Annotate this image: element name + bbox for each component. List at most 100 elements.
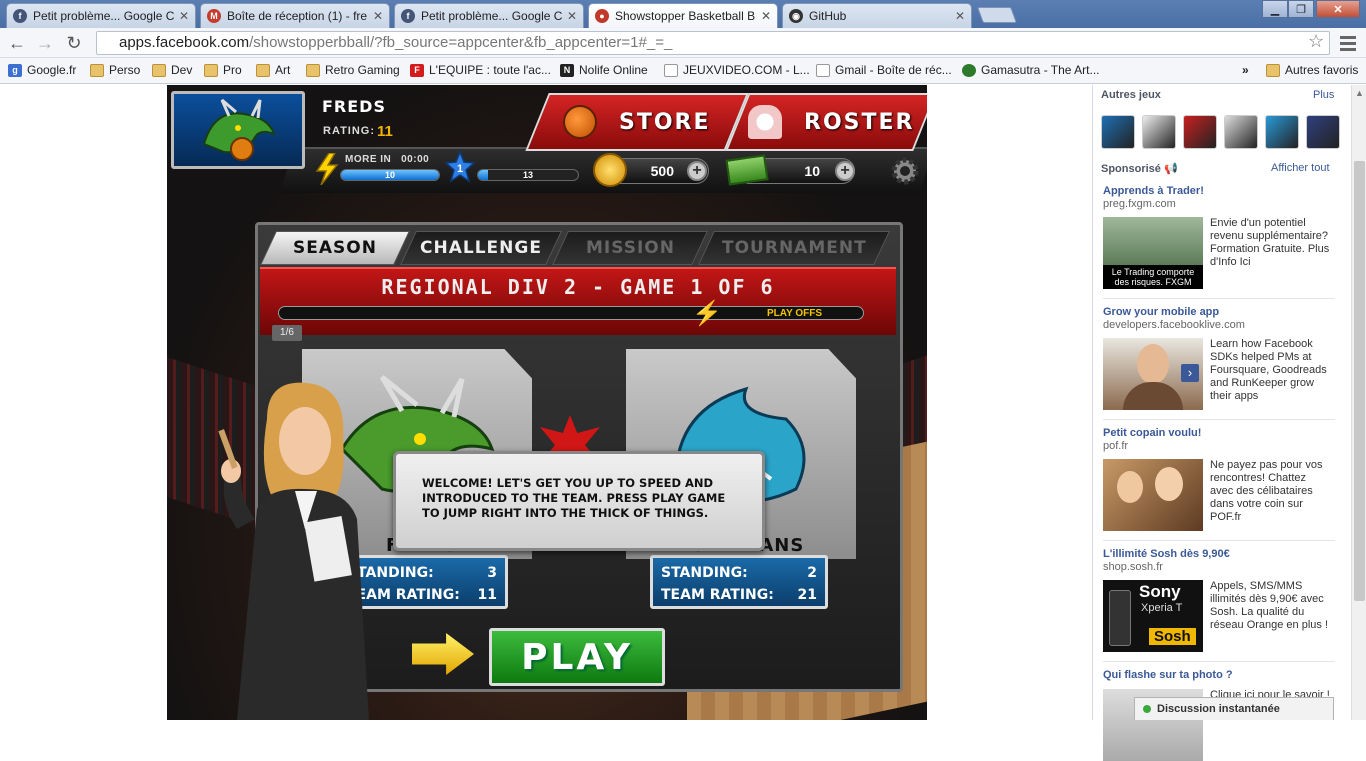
- chevron-right-icon[interactable]: ›: [1181, 364, 1199, 382]
- page-icon: [816, 63, 830, 77]
- bookmark-retro-gaming[interactable]: Retro Gaming: [306, 63, 400, 77]
- address-bar[interactable]: apps.facebook.com/showstopperbball/?fb_s…: [96, 31, 1330, 55]
- cash-value: 10: [804, 163, 820, 179]
- game-icon[interactable]: [1224, 115, 1258, 149]
- sony-logo: Sony: [1139, 582, 1181, 601]
- store-button[interactable]: STORE: [525, 93, 749, 151]
- bookmark-dev[interactable]: Dev: [152, 63, 192, 77]
- menu-icon[interactable]: [1338, 33, 1358, 53]
- bookmark-label: L'EQUIPE : toute l'ac...: [429, 63, 551, 77]
- tab-2[interactable]: f Petit problème... Google C ✕: [394, 3, 584, 28]
- energy-bar: 10: [340, 169, 440, 181]
- roster-button[interactable]: ROSTER: [725, 93, 927, 151]
- show-all-link[interactable]: Afficher tout: [1271, 162, 1330, 174]
- game-icon[interactable]: [1306, 115, 1340, 149]
- add-cash-button[interactable]: +: [835, 161, 855, 181]
- bookmark-perso[interactable]: Perso: [90, 63, 140, 77]
- bookmark-nolife[interactable]: N Nolife Online: [560, 63, 648, 77]
- scroll-up-icon[interactable]: ▲: [1355, 88, 1364, 98]
- tab-label: MISSION: [585, 238, 675, 258]
- ad-domain: preg.fxgm.com: [1103, 198, 1176, 210]
- close-window-button[interactable]: ✕: [1316, 0, 1360, 18]
- facebook-sidebar: Autres jeux Plus Sponsorisé 📢 Afficher t…: [1092, 85, 1342, 761]
- minimize-button[interactable]: ▁: [1262, 0, 1288, 18]
- bookmark-pro[interactable]: Pro: [204, 63, 242, 77]
- ad-title[interactable]: Apprends à Trader!: [1103, 185, 1335, 197]
- maximize-button[interactable]: ❐: [1288, 0, 1314, 18]
- close-icon[interactable]: ✕: [179, 9, 189, 23]
- level-value: 1: [457, 163, 463, 175]
- game-icon[interactable]: [1142, 115, 1176, 149]
- more-in-time: 00:00: [401, 154, 430, 165]
- close-icon[interactable]: ✕: [373, 9, 383, 23]
- reload-icon[interactable]: ↻: [63, 33, 85, 53]
- game-icon[interactable]: [1101, 115, 1135, 149]
- rating-value: 11: [377, 123, 393, 140]
- forward-icon[interactable]: →: [34, 33, 56, 53]
- ad-title[interactable]: Petit copain voulu!: [1103, 427, 1335, 439]
- sponsored-heading: Sponsorisé 📢: [1101, 162, 1178, 175]
- tab-season[interactable]: SEASON: [260, 231, 410, 265]
- github-icon: ◉: [789, 9, 803, 23]
- bookmark-gamasutra[interactable]: Gamasutra - The Art...: [962, 63, 1100, 77]
- standing-value: 3: [487, 565, 497, 581]
- team-roster-icon: [747, 105, 782, 139]
- ad-dating[interactable]: Petit copain voulu! pof.fr Ne payez pas …: [1103, 427, 1335, 531]
- ad-image[interactable]: ›: [1103, 338, 1203, 410]
- ad-sosh[interactable]: L'illimité Sosh dès 9,90€ shop.sosh.fr S…: [1103, 548, 1335, 652]
- folder-icon: [1266, 63, 1280, 77]
- team-crest[interactable]: [171, 91, 305, 169]
- other-bookmarks[interactable]: Autres favoris: [1266, 63, 1358, 77]
- game-canvas[interactable]: FREDS RATING: 11 STORE ROSTER MORE IN 00…: [167, 85, 927, 720]
- close-icon[interactable]: ✕: [955, 9, 965, 23]
- chat-bar[interactable]: Discussion instantanée: [1134, 697, 1334, 720]
- close-icon[interactable]: ✕: [567, 9, 577, 23]
- ad-trading[interactable]: Apprends à Trader! preg.fxgm.com Le Trad…: [1103, 185, 1335, 289]
- bookmark-jeuxvideo[interactable]: JEUXVIDEO.COM - L...: [664, 63, 810, 77]
- tab-challenge[interactable]: CHALLENGE: [400, 231, 562, 265]
- game-icon[interactable]: [1265, 115, 1299, 149]
- page-scrollbar[interactable]: ▲: [1351, 85, 1366, 720]
- ad-mobile-app[interactable]: Grow your mobile app developers.facebook…: [1103, 306, 1335, 410]
- phone-image: [1109, 590, 1131, 646]
- game-icon[interactable]: [1183, 115, 1217, 149]
- ad-image[interactable]: Le Trading comporte des risques. FXGM: [1103, 217, 1203, 289]
- xperia-label: Xperia T: [1141, 602, 1183, 614]
- divider: [1103, 298, 1335, 299]
- settings-gear-icon[interactable]: [889, 155, 921, 187]
- tab-strip: f Petit problème... Google C ✕ M Boîte d…: [0, 0, 1366, 28]
- new-tab-button[interactable]: [977, 7, 1017, 23]
- tab-tournament[interactable]: TOURNAMENT: [698, 231, 890, 265]
- ad-title[interactable]: Grow your mobile app: [1103, 306, 1335, 318]
- ad-title[interactable]: Qui flashe sur ta photo ?: [1103, 669, 1335, 681]
- lequipe-icon: F: [410, 63, 424, 77]
- ad-photo[interactable]: Qui flashe sur ta photo ? Clique ici pou…: [1103, 669, 1335, 761]
- ad-body: Learn how Facebook SDKs helped PMs at Fo…: [1210, 338, 1327, 402]
- bookmark-star-icon[interactable]: ☆: [1308, 31, 1324, 52]
- play-button[interactable]: PLAY: [489, 628, 665, 686]
- add-coins-button[interactable]: +: [687, 161, 707, 181]
- ad-image[interactable]: [1103, 459, 1203, 531]
- tab-3-active[interactable]: ● Showstopper Basketball B ✕: [588, 3, 778, 28]
- tab-mission[interactable]: MISSION: [552, 231, 708, 265]
- url-host: apps.facebook.com: [119, 34, 250, 51]
- tab-4[interactable]: ◉ GitHub ✕: [782, 3, 972, 28]
- bookmark-google[interactable]: g Google.fr: [8, 63, 76, 77]
- team-rating-label: TEAM RATING:: [661, 587, 774, 603]
- more-games-link[interactable]: Plus: [1313, 89, 1334, 101]
- ad-image-caption: Le Trading comporte des risques. FXGM: [1103, 265, 1203, 289]
- bookmark-gmail[interactable]: Gmail - Boîte de réc...: [816, 63, 952, 77]
- tab-title: Petit problème... Google C: [421, 9, 563, 23]
- scroll-thumb[interactable]: [1354, 161, 1365, 601]
- bookmarks-overflow-button[interactable]: »: [1242, 63, 1249, 77]
- bookmark-art[interactable]: Art: [256, 63, 290, 77]
- ad-image[interactable]: Sony Xperia T Sosh: [1103, 580, 1203, 652]
- close-icon[interactable]: ✕: [761, 9, 771, 23]
- bookmark-lequipe[interactable]: F L'EQUIPE : toute l'ac...: [410, 63, 551, 77]
- tab-1[interactable]: M Boîte de réception (1) - fre ✕: [200, 3, 390, 28]
- ad-title[interactable]: L'illimité Sosh dès 9,90€: [1103, 548, 1335, 560]
- tab-0[interactable]: f Petit problème... Google C ✕: [6, 3, 196, 28]
- back-icon[interactable]: ←: [6, 33, 28, 53]
- bookmark-label: Google.fr: [27, 63, 77, 77]
- google-groups-icon: f: [401, 9, 415, 23]
